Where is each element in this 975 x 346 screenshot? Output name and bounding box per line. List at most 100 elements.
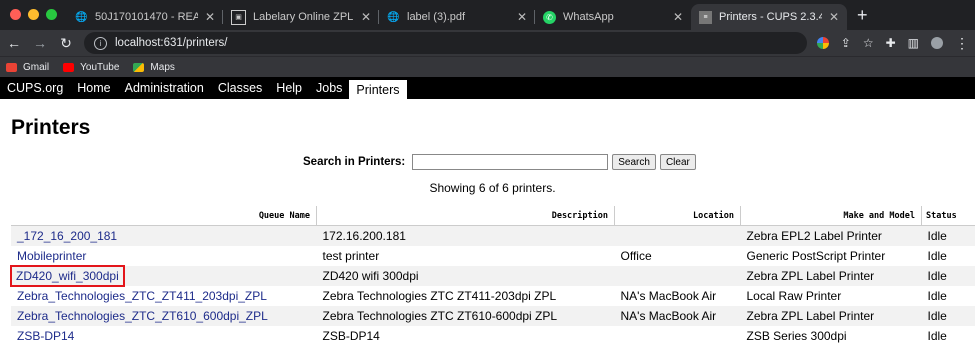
new-tab-button[interactable]: + — [847, 5, 878, 30]
nav-administration[interactable]: Administration — [118, 77, 211, 99]
red-highlight-box: ZD420_wifi_300dpi — [13, 268, 122, 284]
bookmark-label: YouTube — [80, 62, 119, 73]
clear-button[interactable]: Clear — [660, 154, 696, 170]
maximize-window-button[interactable] — [46, 9, 57, 20]
extensions-puzzle-icon[interactable]: ✚ — [886, 36, 896, 50]
url-text[interactable]: localhost:631/printers/ — [115, 37, 228, 49]
close-tab-icon[interactable]: ✕ — [673, 10, 683, 24]
model-cell: Zebra EPL2 Label Printer — [741, 226, 922, 247]
google-lens-icon[interactable] — [817, 37, 829, 49]
queue-name-cell: Zebra_Technologies_ZTC_ZT610_600dpi_ZPL — [11, 306, 317, 326]
url-bar[interactable]: i localhost:631/printers/ — [84, 32, 807, 54]
table-row: Mobileprinter test printer Office Generi… — [11, 246, 975, 266]
column-header-location[interactable]: Location — [615, 206, 741, 226]
column-header-status[interactable]: Status — [922, 206, 975, 226]
column-header-make-and-model[interactable]: Make and Model — [741, 206, 922, 226]
search-button[interactable]: Search — [612, 154, 656, 170]
bookmark-label: Gmail — [23, 62, 49, 73]
printer-link[interactable]: _172_16_200_181 — [17, 229, 117, 243]
nav-cups-org[interactable]: CUPS.org — [0, 77, 70, 99]
search-input[interactable] — [412, 154, 608, 170]
model-cell: Zebra ZPL Label Printer — [741, 266, 922, 286]
youtube-icon — [63, 63, 74, 72]
reload-icon[interactable]: ↻ — [58, 35, 74, 52]
close-tab-icon[interactable]: ✕ — [205, 10, 215, 24]
nav-printers[interactable]: Printers — [349, 78, 406, 99]
table-row-highlighted: ZD420_wifi_300dpi ZD420 wifi 300dpi Zebr… — [11, 266, 975, 286]
address-toolbar: ← → ↻ i localhost:631/printers/ ⇪ ☆ ✚ ▥ … — [0, 30, 975, 56]
status-cell: Idle — [922, 246, 975, 266]
printers-table: Queue Name Description Location Make and… — [11, 206, 975, 346]
gmail-icon — [6, 63, 17, 72]
description-cell: Zebra Technologies ZTC ZT610-600dpi ZPL — [317, 306, 615, 326]
window-controls — [0, 9, 67, 30]
nav-help[interactable]: Help — [269, 77, 309, 99]
profile-avatar-icon[interactable] — [931, 37, 943, 49]
browser-tab-strip: 🌐 50J170101470 - READY ✕ ▣ Labelary Onli… — [0, 0, 975, 30]
printer-link[interactable]: Zebra_Technologies_ZTC_ZT610_600dpi_ZPL — [17, 309, 268, 323]
tab-title: WhatsApp — [563, 11, 666, 23]
description-cell: test printer — [317, 246, 615, 266]
tab-title: Printers - CUPS 2.3.4 — [719, 11, 822, 23]
bookmark-youtube[interactable]: YouTube — [63, 62, 119, 73]
location-cell — [615, 326, 741, 346]
model-cell: Zebra ZPL Label Printer — [741, 306, 922, 326]
close-tab-icon[interactable]: ✕ — [829, 10, 839, 24]
location-cell: NA's MacBook Air — [615, 306, 741, 326]
browser-tab[interactable]: ▣ Labelary Online ZPL Viewer ✕ — [223, 4, 379, 30]
back-arrow-icon[interactable]: ← — [6, 35, 22, 51]
queue-name-cell: Zebra_Technologies_ZTC_ZT411_203dpi_ZPL — [11, 286, 317, 306]
info-icon[interactable]: i — [94, 37, 107, 50]
table-row: _172_16_200_181 172.16.200.181 Zebra EPL… — [11, 226, 975, 247]
toolbar-actions: ⇪ ☆ ✚ ▥ ⋮ — [817, 35, 969, 52]
cups-icon: ≡ — [699, 11, 712, 24]
share-icon[interactable]: ⇪ — [841, 36, 851, 50]
location-cell: NA's MacBook Air — [615, 286, 741, 306]
printer-link[interactable]: Zebra_Technologies_ZTC_ZT411_203dpi_ZPL — [17, 289, 267, 303]
browser-tab-active[interactable]: ≡ Printers - CUPS 2.3.4 ✕ — [691, 4, 847, 30]
search-label: Search in Printers: — [303, 156, 405, 168]
bookmark-star-icon[interactable]: ☆ — [863, 36, 874, 50]
description-cell: 172.16.200.181 — [317, 226, 615, 247]
description-cell: Zebra Technologies ZTC ZT411-203dpi ZPL — [317, 286, 615, 306]
description-cell: ZD420 wifi 300dpi — [317, 266, 615, 286]
close-tab-icon[interactable]: ✕ — [361, 10, 371, 24]
tab-title: Labelary Online ZPL Viewer — [253, 11, 354, 23]
queue-name-cell: _172_16_200_181 — [11, 226, 317, 247]
nav-home[interactable]: Home — [70, 77, 117, 99]
model-cell: Local Raw Printer — [741, 286, 922, 306]
tab-title: label (3).pdf — [407, 11, 510, 23]
close-window-button[interactable] — [10, 9, 21, 20]
browser-tab[interactable]: 🌐 50J170101470 - READY ✕ — [67, 4, 223, 30]
column-header-description[interactable]: Description — [317, 206, 615, 226]
results-count: Showing 6 of 6 printers. — [0, 181, 975, 195]
forward-arrow-icon[interactable]: → — [32, 35, 48, 51]
close-tab-icon[interactable]: ✕ — [517, 10, 527, 24]
bookmark-maps[interactable]: Maps — [133, 62, 174, 73]
search-form: Search in Printers: Search Clear — [303, 154, 696, 170]
labelary-icon: ▣ — [231, 10, 246, 25]
printer-link[interactable]: ZSB-DP14 — [17, 329, 74, 343]
status-cell: Idle — [922, 326, 975, 346]
minimize-window-button[interactable] — [28, 9, 39, 20]
bookmark-gmail[interactable]: Gmail — [6, 62, 49, 73]
queue-name-cell: Mobileprinter — [11, 246, 317, 266]
browser-tab[interactable]: ✆ WhatsApp ✕ — [535, 4, 691, 30]
bookmarks-bar: Gmail YouTube Maps — [0, 56, 975, 77]
maps-icon — [133, 63, 144, 72]
printer-link[interactable]: Mobileprinter — [17, 249, 86, 263]
bookmark-label: Maps — [150, 62, 174, 73]
printer-link[interactable]: ZD420_wifi_300dpi — [16, 269, 119, 283]
cups-navigation: CUPS.org Home Administration Classes Hel… — [0, 77, 975, 99]
status-cell: Idle — [922, 306, 975, 326]
browser-tab[interactable]: 🌐 label (3).pdf ✕ — [379, 4, 535, 30]
table-row: ZSB-DP14 ZSB-DP14 ZSB Series 300dpi Idle — [11, 326, 975, 346]
side-panel-icon[interactable]: ▥ — [908, 36, 919, 50]
nav-jobs[interactable]: Jobs — [309, 77, 349, 99]
location-cell — [615, 226, 741, 247]
globe-icon: 🌐 — [387, 11, 400, 24]
queue-name-cell: ZD420_wifi_300dpi — [11, 266, 317, 286]
nav-classes[interactable]: Classes — [211, 77, 269, 99]
more-menu-icon[interactable]: ⋮ — [955, 35, 969, 52]
column-header-queue-name[interactable]: Queue Name — [11, 206, 317, 226]
